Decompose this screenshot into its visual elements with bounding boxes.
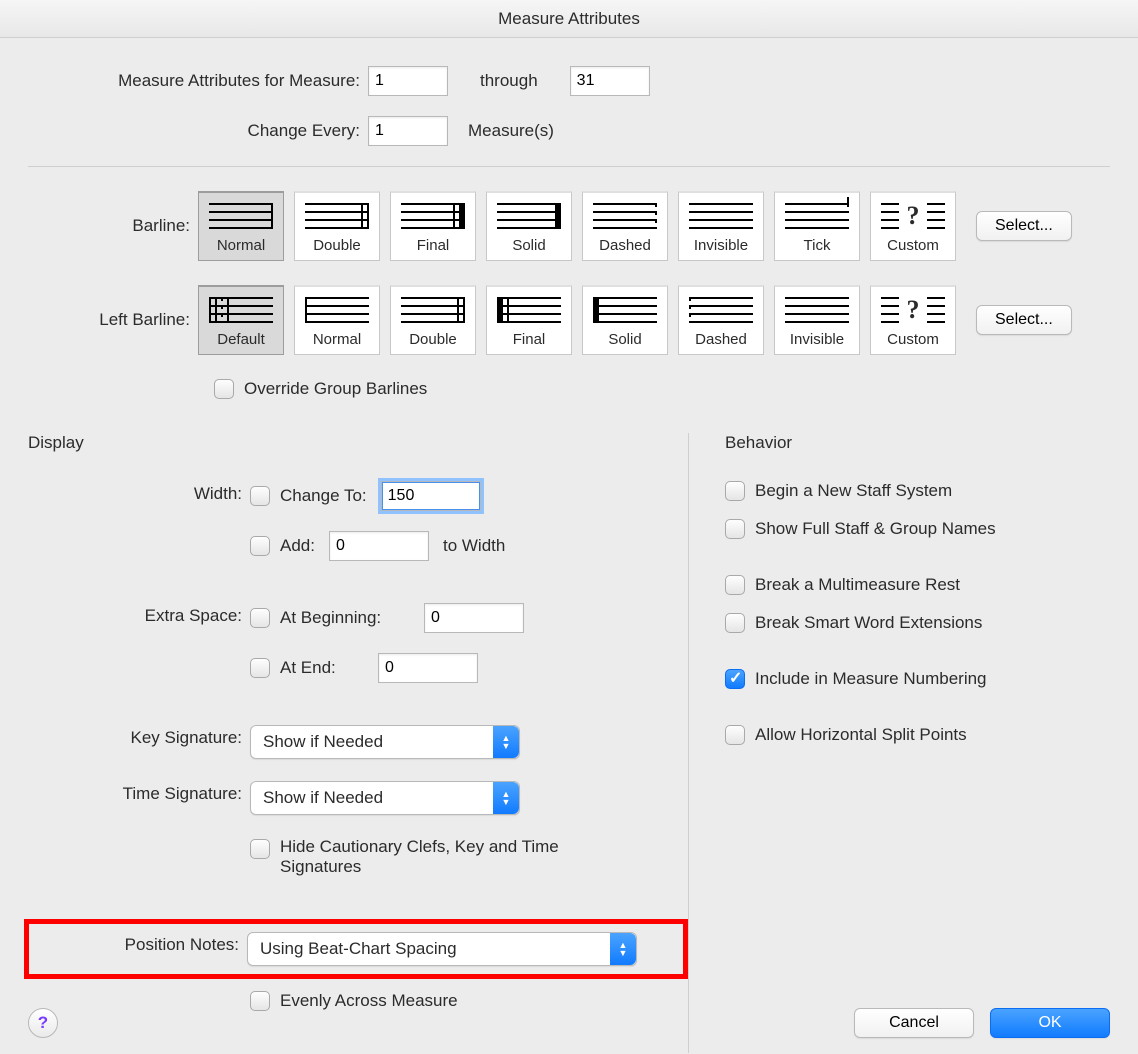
behavior-label-1: Show Full Staff & Group Names bbox=[755, 519, 996, 539]
position-notes-highlight: Position Notes: Using Beat-Chart Spacing… bbox=[24, 919, 688, 979]
chevron-updown-icon: ▲▼ bbox=[493, 782, 519, 814]
left-barline-option-normal[interactable]: Normal bbox=[294, 285, 380, 355]
barline-option-label: Solid bbox=[608, 331, 641, 348]
barline-option-label: Normal bbox=[313, 331, 361, 348]
behavior-checkbox-1[interactable] bbox=[725, 519, 745, 539]
behavior-checkbox-3[interactable] bbox=[725, 613, 745, 633]
help-button[interactable]: ? bbox=[28, 1008, 58, 1038]
left-barline-label: Left Barline: bbox=[28, 310, 198, 330]
barline-option-label: Dashed bbox=[695, 331, 747, 348]
position-notes-value: Using Beat-Chart Spacing bbox=[260, 939, 457, 959]
barline-option-dashed[interactable]: Dashed bbox=[582, 191, 668, 261]
barline-option-label: Double bbox=[409, 331, 457, 348]
time-signature-value: Show if Needed bbox=[263, 788, 383, 808]
barline-option-final[interactable]: Final bbox=[390, 191, 476, 261]
change-to-checkbox[interactable] bbox=[250, 486, 270, 506]
barline-option-tick[interactable]: Tick bbox=[774, 191, 860, 261]
add-suffix: to Width bbox=[443, 536, 505, 556]
change-to-label: Change To: bbox=[280, 486, 367, 506]
hide-cautionary-label: Hide Cautionary Clefs, Key and Time Sign… bbox=[280, 837, 610, 877]
time-signature-label: Time Signature: bbox=[28, 781, 250, 804]
position-notes-label: Position Notes: bbox=[29, 932, 247, 955]
barline-option-double[interactable]: Double bbox=[294, 191, 380, 261]
change-every-input[interactable] bbox=[368, 116, 448, 146]
barline-option-solid[interactable]: Solid bbox=[486, 191, 572, 261]
measures-suffix: Measure(s) bbox=[468, 121, 554, 141]
add-label: Add: bbox=[280, 536, 315, 556]
window-title: Measure Attributes bbox=[0, 0, 1138, 38]
behavior-label-2: Break a Multimeasure Rest bbox=[755, 575, 960, 595]
barline-select-button[interactable]: Select... bbox=[976, 211, 1072, 241]
at-end-label: At End: bbox=[280, 658, 364, 678]
left-barline-option-invisible[interactable]: Invisible bbox=[774, 285, 860, 355]
barline-option-normal[interactable]: Normal bbox=[198, 191, 284, 261]
through-label: through bbox=[480, 71, 538, 91]
position-notes-select[interactable]: Using Beat-Chart Spacing ▲▼ bbox=[247, 932, 637, 966]
width-label: Width: bbox=[28, 481, 250, 504]
behavior-label-0: Begin a New Staff System bbox=[755, 481, 952, 501]
chevron-updown-icon: ▲▼ bbox=[610, 933, 636, 965]
barline-option-label: Double bbox=[313, 237, 361, 254]
left-barline-option-solid[interactable]: Solid bbox=[582, 285, 668, 355]
behavior-label-4: Include in Measure Numbering bbox=[755, 669, 987, 689]
key-signature-label: Key Signature: bbox=[28, 725, 250, 748]
barline-option-label: Normal bbox=[217, 237, 265, 254]
extra-space-label: Extra Space: bbox=[28, 603, 250, 626]
behavior-label-3: Break Smart Word Extensions bbox=[755, 613, 982, 633]
override-group-barlines-checkbox[interactable] bbox=[214, 379, 234, 399]
ok-button[interactable]: OK bbox=[990, 1008, 1110, 1038]
left-barline-option-final[interactable]: Final bbox=[486, 285, 572, 355]
behavior-section-title: Behavior bbox=[725, 433, 1110, 453]
add-input[interactable] bbox=[329, 531, 429, 561]
barline-option-label: Invisible bbox=[790, 331, 844, 348]
chevron-updown-icon: ▲▼ bbox=[493, 726, 519, 758]
left-barline-option-dashed[interactable]: Dashed bbox=[678, 285, 764, 355]
barline-option-label: Tick bbox=[804, 237, 831, 254]
left-barline-option-double[interactable]: Double bbox=[390, 285, 476, 355]
left-barline-option-custom[interactable]: ?Custom bbox=[870, 285, 956, 355]
barline-option-label: Solid bbox=[512, 237, 545, 254]
at-end-input[interactable] bbox=[378, 653, 478, 683]
barline-option-label: Custom bbox=[887, 331, 939, 348]
behavior-checkbox-0[interactable] bbox=[725, 481, 745, 501]
measure-from-input[interactable] bbox=[368, 66, 448, 96]
override-group-barlines-label: Override Group Barlines bbox=[244, 379, 427, 399]
measure-to-input[interactable] bbox=[570, 66, 650, 96]
left-barline-option-default[interactable]: Default bbox=[198, 285, 284, 355]
key-signature-select[interactable]: Show if Needed ▲▼ bbox=[250, 725, 520, 759]
change-to-input[interactable] bbox=[381, 481, 481, 511]
measure-range-label: Measure Attributes for Measure: bbox=[28, 71, 368, 91]
key-signature-value: Show if Needed bbox=[263, 732, 383, 752]
barline-option-label: Dashed bbox=[599, 237, 651, 254]
display-section-title: Display bbox=[28, 433, 688, 453]
barline-label: Barline: bbox=[28, 216, 198, 236]
at-beginning-input[interactable] bbox=[424, 603, 524, 633]
cancel-button[interactable]: Cancel bbox=[854, 1008, 974, 1038]
barline-option-label: Final bbox=[513, 331, 546, 348]
behavior-checkbox-2[interactable] bbox=[725, 575, 745, 595]
barline-option-label: Invisible bbox=[694, 237, 748, 254]
left-barline-select-button[interactable]: Select... bbox=[976, 305, 1072, 335]
barline-option-label: Default bbox=[217, 331, 265, 348]
behavior-checkbox-5[interactable] bbox=[725, 725, 745, 745]
change-every-label: Change Every: bbox=[28, 121, 368, 141]
at-end-checkbox[interactable] bbox=[250, 658, 270, 678]
time-signature-select[interactable]: Show if Needed ▲▼ bbox=[250, 781, 520, 815]
barline-option-label: Custom bbox=[887, 237, 939, 254]
divider bbox=[28, 166, 1110, 167]
barline-option-custom[interactable]: ?Custom bbox=[870, 191, 956, 261]
behavior-label-5: Allow Horizontal Split Points bbox=[755, 725, 967, 745]
barline-option-label: Final bbox=[417, 237, 450, 254]
at-beginning-checkbox[interactable] bbox=[250, 608, 270, 628]
behavior-checkbox-4[interactable] bbox=[725, 669, 745, 689]
add-checkbox[interactable] bbox=[250, 536, 270, 556]
at-beginning-label: At Beginning: bbox=[280, 608, 410, 628]
hide-cautionary-checkbox[interactable] bbox=[250, 839, 270, 859]
barline-option-invisible[interactable]: Invisible bbox=[678, 191, 764, 261]
